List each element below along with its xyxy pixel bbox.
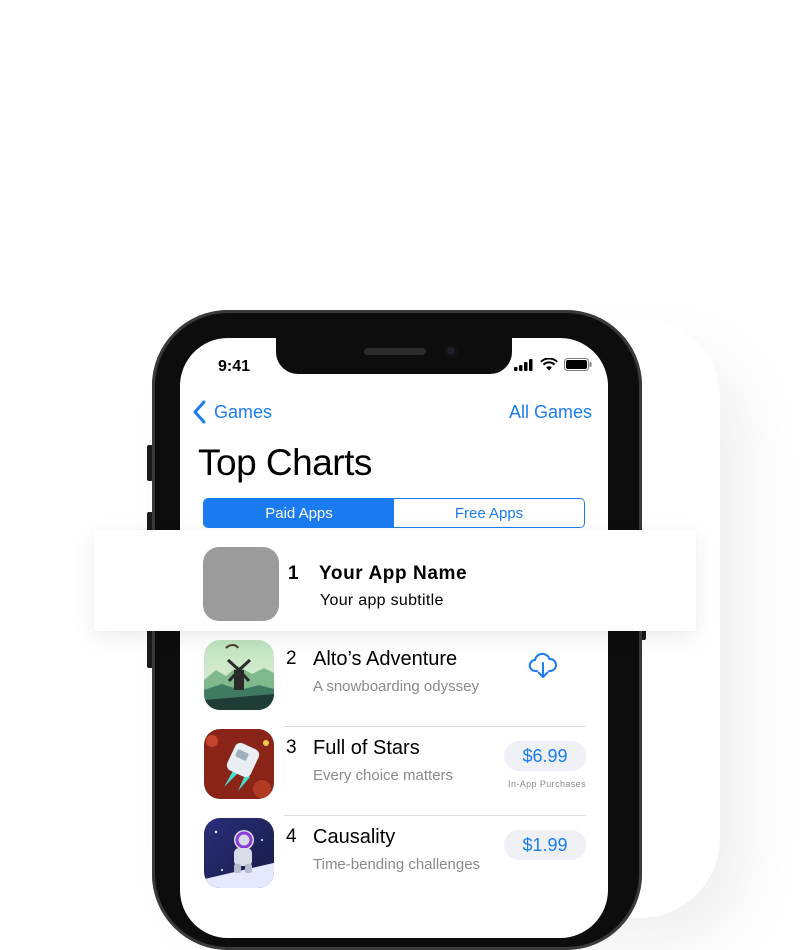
app-icon-full-of-stars bbox=[204, 729, 274, 799]
wifi-icon bbox=[540, 358, 558, 371]
chevron-left-icon bbox=[193, 400, 206, 424]
app-name: Causality bbox=[313, 826, 396, 848]
in-app-purchases-note: In-App Purchases bbox=[508, 779, 586, 789]
app-subtitle: Time-bending challenges bbox=[313, 856, 481, 873]
rank-number: 2 bbox=[286, 648, 297, 669]
download-button[interactable] bbox=[528, 650, 558, 680]
rank-number: 4 bbox=[286, 826, 297, 847]
page-title: Top Charts bbox=[198, 442, 372, 483]
app-name: Alto’s Adventure bbox=[313, 648, 458, 670]
phone-screen: 9:41 Games All Games Top Charts Paid App… bbox=[180, 338, 608, 938]
app-icon-causality bbox=[204, 818, 274, 888]
status-icons bbox=[514, 358, 592, 371]
notch bbox=[276, 338, 512, 374]
list-item[interactable]: 3 Full of Stars Every choice matters $6.… bbox=[180, 727, 608, 816]
app-icon-placeholder bbox=[203, 547, 279, 621]
all-games-link[interactable]: All Games bbox=[509, 402, 592, 423]
rank-number: 3 bbox=[286, 737, 297, 758]
price-button[interactable]: $6.99 bbox=[504, 741, 586, 771]
app-subtitle: A snowboarding odyssey bbox=[313, 678, 479, 695]
app-subtitle: Every choice matters bbox=[313, 767, 454, 784]
front-camera bbox=[444, 344, 458, 358]
back-label: Games bbox=[214, 401, 273, 422]
featured-app-subtitle: Your app subtitle bbox=[320, 592, 444, 609]
back-button[interactable]: Games bbox=[190, 400, 272, 424]
tab-free-apps[interactable]: Free Apps bbox=[394, 499, 584, 527]
featured-rank: 1 bbox=[288, 563, 299, 584]
speaker-grille bbox=[364, 348, 426, 355]
list-item[interactable]: 2 Alto’s Adventure A snowboarding odysse… bbox=[180, 638, 608, 727]
featured-app-name: Your App Name bbox=[319, 563, 468, 584]
status-time: 9:41 bbox=[218, 358, 251, 375]
download-cloud-icon bbox=[528, 652, 557, 678]
tab-paid-apps[interactable]: Paid Apps bbox=[204, 499, 394, 527]
app-name: Full of Stars bbox=[313, 737, 420, 759]
battery-icon bbox=[564, 358, 592, 371]
featured-app-card[interactable]: 1 Your App Name Your app subtitle bbox=[94, 530, 696, 631]
app-icon-altos-adventure bbox=[204, 640, 274, 710]
cellular-signal-icon bbox=[514, 358, 533, 371]
list-item[interactable]: 4 Causality Time-bending challenges $1.9… bbox=[180, 816, 608, 905]
price-button[interactable]: $1.99 bbox=[504, 830, 586, 860]
segmented-control: Paid Apps Free Apps bbox=[203, 498, 585, 528]
